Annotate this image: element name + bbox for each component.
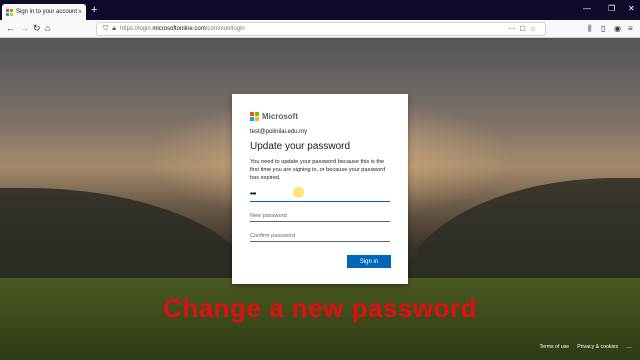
sidebar-icon[interactable]: ▯ xyxy=(601,24,605,33)
tutorial-caption: Change a new password xyxy=(163,293,477,323)
shield-icon[interactable]: ⛉ xyxy=(103,25,108,33)
mouse-cursor-highlight xyxy=(293,187,304,198)
page-title: Update your password xyxy=(250,141,351,152)
more-options-icon[interactable]: ... xyxy=(626,343,632,350)
home-icon[interactable]: ⌂ xyxy=(45,23,50,34)
confirm-password-input[interactable] xyxy=(250,230,390,241)
minimize-icon[interactable]: — xyxy=(583,4,591,13)
privacy-cookies-link[interactable]: Privacy & cookies xyxy=(577,344,618,350)
microsoft-brand: Microsoft xyxy=(250,110,390,122)
address-bar[interactable]: ⛉ 🔒︎ https://login.microsoftonline.com/c… xyxy=(96,22,546,36)
current-password-value: ••• xyxy=(250,191,256,198)
update-password-card: Microsoft test@polinilai.edu.my Update y… xyxy=(232,94,408,284)
lock-icon[interactable]: 🔒︎ xyxy=(112,25,116,33)
extension-icon[interactable]: ◉ xyxy=(614,24,621,33)
current-password-field[interactable]: ••• xyxy=(250,187,390,202)
menu-icon[interactable]: ≡ xyxy=(628,24,633,33)
page-actions-icon[interactable]: ⋯☐☆ xyxy=(508,25,540,33)
reload-icon[interactable]: ↻ xyxy=(33,23,41,34)
new-tab-button[interactable]: + xyxy=(91,5,97,16)
account-email[interactable]: test@polinilai.edu.my xyxy=(250,129,390,135)
tab-bar: Sign in to your account × + — ❐ ✕ xyxy=(0,0,640,20)
terms-of-use-link[interactable]: Terms of use xyxy=(540,344,570,350)
new-password-field[interactable] xyxy=(250,210,390,222)
brand-name: Microsoft xyxy=(262,111,298,121)
microsoft-favicon-icon xyxy=(6,8,13,16)
tab-sign-in[interactable]: Sign in to your account × xyxy=(2,4,86,20)
back-icon[interactable]: ← xyxy=(6,23,15,34)
close-tab-icon[interactable]: × xyxy=(78,9,82,16)
microsoft-logo-icon xyxy=(250,111,259,121)
page-footer: Terms of use Privacy & cookies ... xyxy=(540,343,633,350)
url-text: https://login.microsoftonline.com/common… xyxy=(119,26,245,32)
maximize-icon[interactable]: ❐ xyxy=(608,4,615,13)
sign-in-button[interactable]: Sign in xyxy=(347,255,391,268)
forward-icon[interactable]: → xyxy=(20,23,29,34)
close-window-icon[interactable]: ✕ xyxy=(628,4,635,13)
update-password-description: You need to update your password because… xyxy=(250,159,386,181)
browser-toolbar: ← → ↻ ⌂ ⛉ 🔒︎ https://login.microsoftonli… xyxy=(0,20,640,38)
new-password-input[interactable] xyxy=(250,210,390,221)
tab-title: Sign in to your account xyxy=(16,9,78,15)
library-icon[interactable]: ⫼ xyxy=(588,24,592,34)
confirm-password-field[interactable] xyxy=(250,230,390,242)
